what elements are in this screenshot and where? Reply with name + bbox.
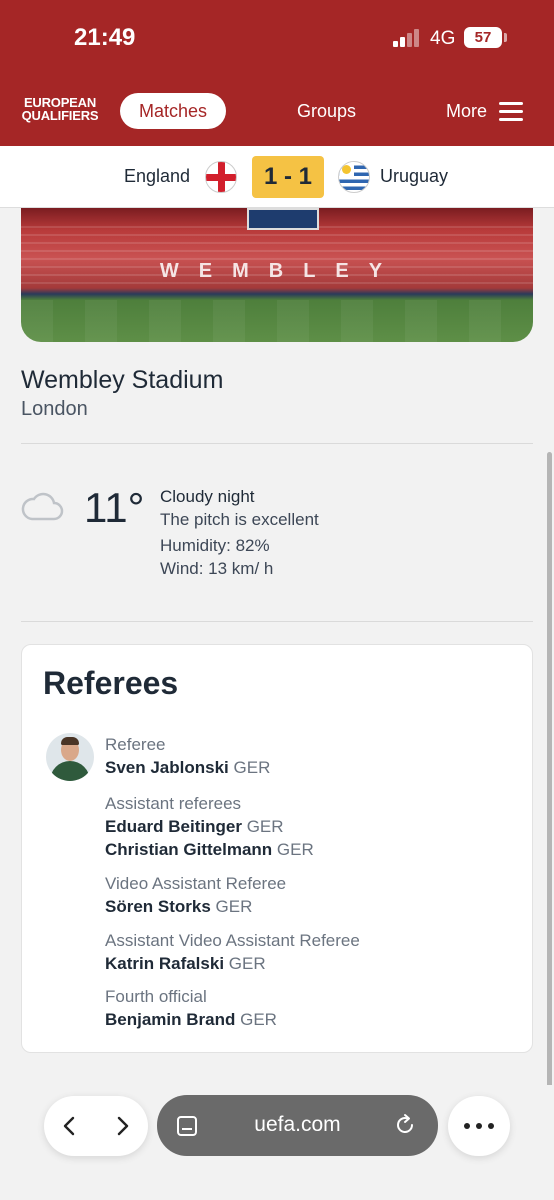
wind-speed: Wind: 13 km/ h <box>160 559 274 578</box>
signal-icon <box>393 29 421 47</box>
england-flag-icon <box>205 161 237 193</box>
uruguay-flag-icon <box>338 161 370 193</box>
reload-icon[interactable] <box>393 1113 417 1137</box>
more-options-button[interactable] <box>448 1096 510 1156</box>
divider <box>21 621 533 622</box>
browser-nav-buttons <box>44 1096 148 1156</box>
app-header: 21:49 4G 57 EUROPEAN QUALIFIERS Matches … <box>0 0 554 146</box>
weather-condition: Cloudy night <box>160 487 255 506</box>
venue-name: Wembley Stadium <box>21 366 224 394</box>
status-time: 21:49 <box>74 24 136 51</box>
role-fourth-official: Fourth official <box>105 987 207 1006</box>
stadium-seat-lettering: WEMBLEY <box>159 260 403 282</box>
european-qualifiers-logo[interactable]: EUROPEAN QUALIFIERS <box>20 96 100 122</box>
battery-icon: 57 <box>464 27 507 48</box>
away-team-name[interactable]: Uruguay <box>380 166 448 187</box>
referees-title: Referees <box>43 665 179 701</box>
main-nav: EUROPEAN QUALIFIERS Matches Groups More <box>0 86 554 140</box>
hamburger-menu-icon[interactable] <box>499 102 523 122</box>
official-name[interactable]: Christian Gittelmann GER <box>105 840 314 860</box>
address-bar[interactable]: uefa.com <box>157 1095 438 1156</box>
forward-arrow-icon[interactable] <box>110 1114 134 1138</box>
referees-card: Referees Referee Sven Jablonski GER Assi… <box>21 644 533 1053</box>
role-assistant-referees: Assistant referees <box>105 794 242 813</box>
match-score: 1 - 1 <box>252 156 324 198</box>
official-name[interactable]: Benjamin Brand GER <box>105 1010 277 1030</box>
nav-tab-matches[interactable]: Matches <box>120 93 226 129</box>
divider <box>21 443 533 444</box>
role-var: Video Assistant Referee <box>105 874 287 893</box>
logo-line2: QUALIFIERS <box>21 108 99 123</box>
back-arrow-icon[interactable] <box>58 1114 82 1138</box>
stadium-screen <box>247 208 319 230</box>
nav-tab-groups[interactable]: Groups <box>297 101 356 122</box>
cloud-icon <box>21 492 64 521</box>
official-name[interactable]: Sören Storks GER <box>105 897 252 917</box>
nav-tab-more[interactable]: More <box>446 101 487 122</box>
official-name[interactable]: Eduard Beitinger GER <box>105 817 284 837</box>
role-referee: Referee <box>105 735 166 754</box>
humidity: Humidity: 82% <box>160 536 270 555</box>
scrollbar-thumb[interactable] <box>547 452 552 1128</box>
status-bar: 21:49 4G 57 <box>0 0 554 76</box>
temperature: 11° <box>84 484 145 531</box>
referee-avatar <box>46 733 94 781</box>
home-team-name[interactable]: England <box>124 166 190 187</box>
network-type: 4G <box>430 28 456 49</box>
ellipsis-icon <box>464 1123 494 1129</box>
official-name[interactable]: Sven Jablonski GER <box>105 758 270 778</box>
role-avar: Assistant Video Assistant Referee <box>105 931 360 950</box>
venue-city: London <box>21 398 88 420</box>
pitch-condition: The pitch is excellent <box>160 510 319 529</box>
official-name[interactable]: Katrin Rafalski GER <box>105 954 266 974</box>
stadium-photo: WEMBLEY <box>21 208 533 342</box>
